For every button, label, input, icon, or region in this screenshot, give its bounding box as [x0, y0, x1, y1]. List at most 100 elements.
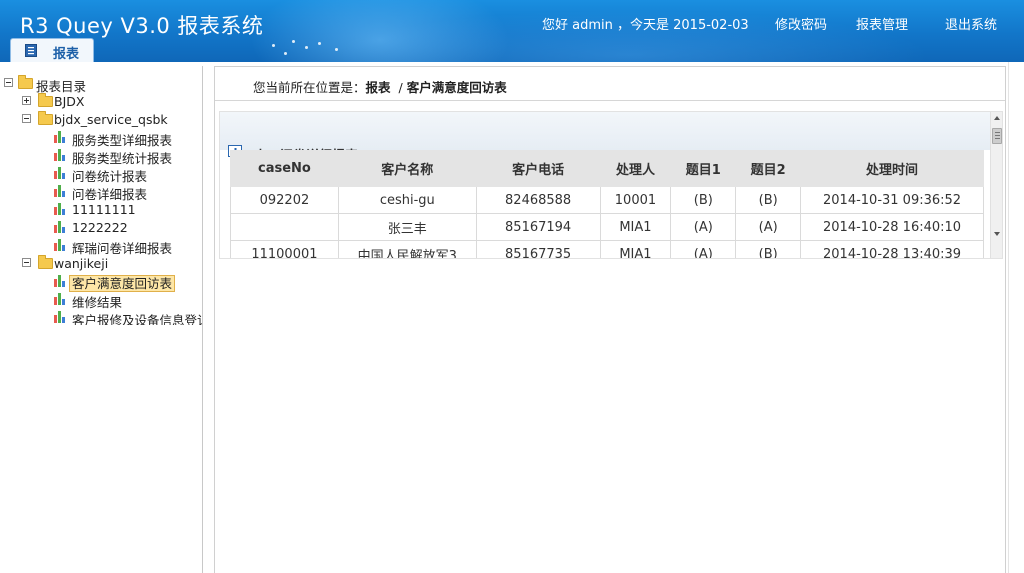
tree-item-label: 11111111	[72, 202, 136, 217]
column-header-customer-phone[interactable]: 客户电话	[475, 150, 601, 187]
logout-link[interactable]: 退出系统	[945, 14, 997, 33]
tree-item-label: 客户报修及设备信息登记	[72, 313, 202, 325]
header-decoration	[305, 46, 308, 49]
tree-group-label: BJDX	[54, 94, 85, 109]
tree-group-label: wanjikeji	[54, 256, 109, 271]
tree-item-customer-repair-registration[interactable]: 客户报修及设备信息登记	[54, 309, 202, 325]
report-chart-icon	[54, 166, 68, 179]
header-decoration	[284, 52, 287, 55]
report-tree-sidebar: 报表目录 BJDX bjdx_service_qsbk 服务类型详细报表 服务类…	[0, 66, 203, 573]
header-decoration	[272, 44, 275, 47]
app-header: R3 Quey V3.0 报表系统 您好 admin ，今天是 2015-02-…	[0, 0, 1024, 62]
report-frame: 人工问卷详细报表 caseNo 客户名称 客户电话 处理人 题目1 题目2 处理…	[219, 111, 1003, 259]
report-chart-icon	[54, 202, 68, 215]
scroll-up-icon[interactable]	[994, 116, 1000, 120]
column-header-customer-name[interactable]: 客户名称	[337, 150, 477, 187]
expand-icon[interactable]	[22, 96, 31, 105]
tree-group-label: bjdx_service_qsbk	[54, 112, 168, 127]
cell-customer-name: 中国人民解放军3	[337, 240, 477, 258]
user-greeting: 您好 admin ，今天是 2015-02-03	[542, 18, 749, 33]
collapse-icon[interactable]	[22, 258, 31, 267]
tab-report[interactable]: 报表	[10, 38, 94, 62]
cell-customer-phone: 85167194	[475, 213, 601, 241]
cell-customer-name: ceshi-gu	[337, 186, 477, 214]
tree-item-service-type-stats[interactable]: 服务类型统计报表	[54, 147, 172, 166]
report-chart-icon	[54, 220, 68, 233]
report-chart-icon	[54, 310, 68, 323]
cell-customer-phone: 82468588	[475, 186, 601, 214]
tree-item-survey-stats[interactable]: 问卷统计报表	[54, 165, 147, 184]
cell-question1: (B)	[670, 186, 737, 214]
column-header-question2[interactable]: 题目2	[735, 150, 802, 187]
cell-question1: (A)	[670, 240, 737, 258]
cell-question2: (B)	[735, 186, 802, 214]
folder-open-icon	[38, 111, 53, 125]
report-chart-icon	[54, 274, 68, 287]
tree-item-1222222[interactable]: 1222222	[54, 219, 128, 235]
tree-item-label: 服务类型详细报表	[72, 133, 173, 148]
column-header-handler[interactable]: 处理人	[599, 150, 672, 187]
breadcrumb-text: 您当前所在位置是：报表 / 客户满意度回访表	[253, 77, 507, 96]
tree-root-label: 报表目录	[36, 79, 87, 94]
page-right-edge	[1008, 62, 1024, 573]
cell-caseno: 092202	[230, 186, 339, 214]
tree-item-label: 1222222	[72, 220, 128, 235]
cell-question2: (B)	[735, 240, 802, 258]
tree-item-survey-detail[interactable]: 问卷详细报表	[54, 183, 147, 202]
main-content: 您当前所在位置是：报表 /客户满意度回访表 人工问卷详细报表 caseNo 客户…	[214, 66, 1006, 573]
tree-item-11111111[interactable]: 11111111	[54, 201, 136, 217]
breadcrumb-section[interactable]: 报表	[366, 80, 391, 95]
table-row[interactable]: 11100001 中国人民解放军3 85167735 MIA1 (A) (B) …	[230, 240, 984, 258]
collapse-icon[interactable]	[22, 114, 31, 123]
table-header-row: caseNo 客户名称 客户电话 处理人 题目1 题目2 处理时间	[230, 150, 984, 187]
table-row[interactable]: 092202 ceshi-gu 82468588 10001 (B) (B) 2…	[230, 186, 984, 214]
scroll-down-icon[interactable]	[994, 232, 1000, 236]
breadcrumb-prefix: 您当前所在位置是：	[253, 80, 366, 95]
cell-handler: MIA1	[599, 213, 672, 241]
header-decoration	[292, 40, 295, 43]
tree-root[interactable]: 报表目录	[4, 75, 86, 94]
cell-handle-time: 2014-10-31 09:36:52	[800, 186, 984, 214]
folder-open-icon	[18, 75, 33, 89]
tree-group-bjdx[interactable]: BJDX	[22, 93, 84, 109]
cell-caseno: 11100001	[230, 240, 339, 258]
report-chart-icon	[54, 130, 68, 143]
change-password-link[interactable]: 修改密码	[775, 14, 827, 33]
report-chart-icon	[54, 184, 68, 197]
cell-customer-phone: 85167735	[475, 240, 601, 258]
tab-report-icon	[25, 44, 37, 57]
report-management-link[interactable]: 报表管理	[856, 14, 908, 33]
tree-item-pfizer-survey-detail[interactable]: 辉瑞问卷详细报表	[54, 237, 172, 256]
scroll-thumb[interactable]	[992, 128, 1002, 144]
tree-item-label: 服务类型统计报表	[72, 151, 173, 166]
tree-group-wanjikeji[interactable]: wanjikeji	[22, 255, 108, 271]
tree-item-service-type-detail[interactable]: 服务类型详细报表	[54, 129, 172, 148]
report-scrollbar[interactable]	[990, 112, 1002, 258]
column-header-question1[interactable]: 题目1	[670, 150, 737, 187]
cell-handle-time: 2014-10-28 13:40:39	[800, 240, 984, 258]
cell-caseno	[230, 213, 339, 241]
column-header-handle-time[interactable]: 处理时间	[800, 150, 984, 187]
tree-item-label: 问卷详细报表	[72, 187, 148, 202]
report-chart-icon	[54, 238, 68, 251]
column-header-caseno[interactable]: caseNo	[230, 150, 339, 187]
table-row[interactable]: 张三丰 85167194 MIA1 (A) (A) 2014-10-28 16:…	[230, 213, 984, 241]
tree-item-label: 问卷统计报表	[72, 169, 148, 184]
tree-item-label: 辉瑞问卷详细报表	[72, 241, 173, 256]
tree-item-label: 客户满意度回访表	[69, 275, 176, 292]
collapse-icon[interactable]	[4, 78, 13, 87]
cell-customer-name: 张三丰	[337, 213, 477, 241]
report-chart-icon	[54, 148, 68, 161]
cell-question1: (A)	[670, 213, 737, 241]
folder-icon	[38, 93, 53, 107]
tree-item-repair-result[interactable]: 维修结果	[54, 291, 122, 310]
tree-group-bjdx-service-qsbk[interactable]: bjdx_service_qsbk	[22, 111, 168, 127]
header-decoration	[335, 48, 338, 51]
cell-handler: 10001	[599, 186, 672, 214]
cell-handler: MIA1	[599, 240, 672, 258]
breadcrumb-current-page: 客户满意度回访表	[406, 80, 507, 95]
header-decoration	[318, 42, 321, 45]
tree-item-customer-satisfaction[interactable]: 客户满意度回访表	[54, 272, 176, 292]
report-table: caseNo 客户名称 客户电话 处理人 题目1 题目2 处理时间 092202…	[230, 150, 984, 258]
tree-item-label: 维修结果	[72, 295, 123, 310]
